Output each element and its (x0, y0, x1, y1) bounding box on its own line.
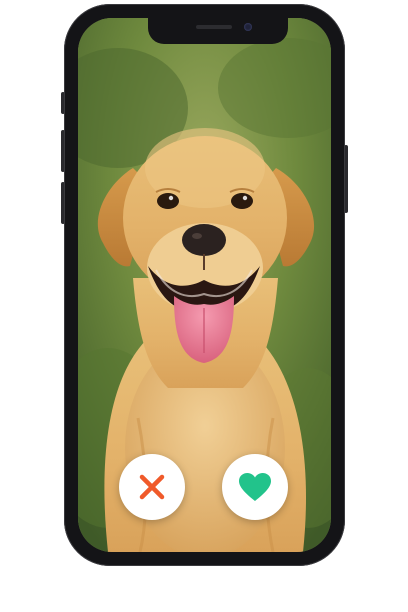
speaker-grille (196, 25, 232, 29)
phone-frame (64, 4, 345, 566)
front-camera-icon (244, 23, 252, 31)
device-mockup (0, 0, 408, 612)
close-x-icon (139, 474, 165, 500)
like-button[interactable] (222, 454, 288, 520)
dislike-button[interactable] (119, 454, 185, 520)
notch (148, 18, 288, 44)
dog-photo (78, 18, 331, 552)
heart-icon (239, 473, 271, 501)
phone-screen (78, 18, 331, 552)
